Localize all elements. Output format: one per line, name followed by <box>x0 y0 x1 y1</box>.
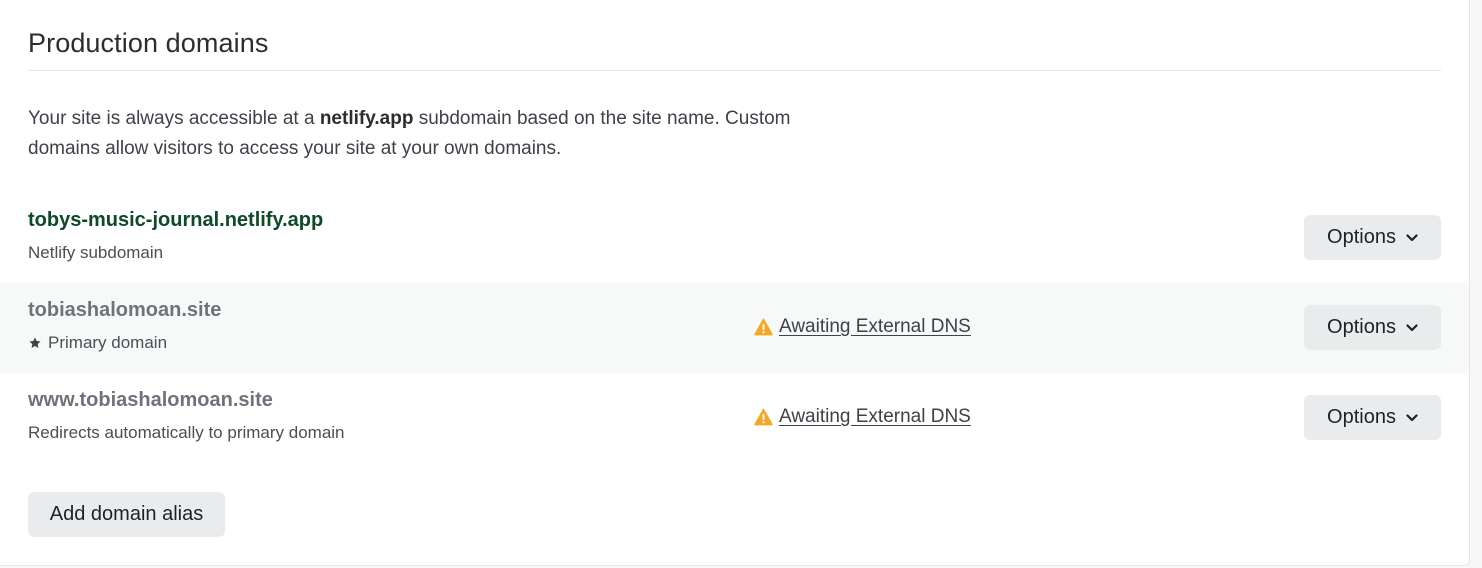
description-text-start: Your site is always accessible at a <box>28 108 320 129</box>
section-description: Your site is always accessible at a netl… <box>28 104 858 164</box>
options-button[interactable]: Options <box>1304 395 1441 440</box>
warning-icon <box>754 408 773 426</box>
domain-subtitle-text: Redirects automatically to primary domai… <box>28 423 345 442</box>
production-domains-card: Production domains Your site is always a… <box>0 0 1470 566</box>
chevron-down-icon <box>1406 233 1418 241</box>
options-button[interactable]: Options <box>1304 305 1441 350</box>
domain-subtitle-text: Netlify subdomain <box>28 243 164 262</box>
options-button-label: Options <box>1327 406 1396 428</box>
add-domain-alias-button[interactable]: Add domain alias <box>28 492 225 537</box>
domain-row-netlify-subdomain: tobys-music-journal.netlify.app Netlify … <box>0 193 1469 283</box>
domain-subtitle: Netlify subdomain <box>28 243 163 263</box>
domain-name: tobys-music-journal.netlify.app <box>28 209 324 231</box>
awaiting-dns-link[interactable]: Awaiting External DNS <box>779 316 971 338</box>
warning-icon <box>754 318 773 336</box>
dns-status: Awaiting External DNS <box>754 406 971 428</box>
dns-status: Awaiting External DNS <box>754 316 971 338</box>
chevron-down-icon <box>1406 323 1418 331</box>
star-icon <box>29 337 41 348</box>
awaiting-dns-link[interactable]: Awaiting External DNS <box>779 406 971 428</box>
title-divider <box>28 70 1441 71</box>
options-button[interactable]: Options <box>1304 215 1441 260</box>
section-title: Production domains <box>28 28 269 58</box>
domain-name: www.tobiashalomoan.site <box>28 389 273 411</box>
options-button-label: Options <box>1327 316 1396 338</box>
chevron-down-icon <box>1406 413 1418 421</box>
options-button-label: Options <box>1327 226 1396 248</box>
domain-row-www-redirect: www.tobiashalomoan.site Redirects automa… <box>0 373 1469 463</box>
domain-subtitle: Primary domain <box>28 333 167 353</box>
domain-row-primary: tobiashalomoan.site Primary domain Await… <box>0 283 1469 373</box>
description-bold-netlify-app: netlify.app <box>319 108 414 129</box>
domain-subtitle-text: Primary domain <box>48 333 168 352</box>
domain-name: tobiashalomoan.site <box>28 299 222 321</box>
domain-subtitle: Redirects automatically to primary domai… <box>28 423 345 443</box>
